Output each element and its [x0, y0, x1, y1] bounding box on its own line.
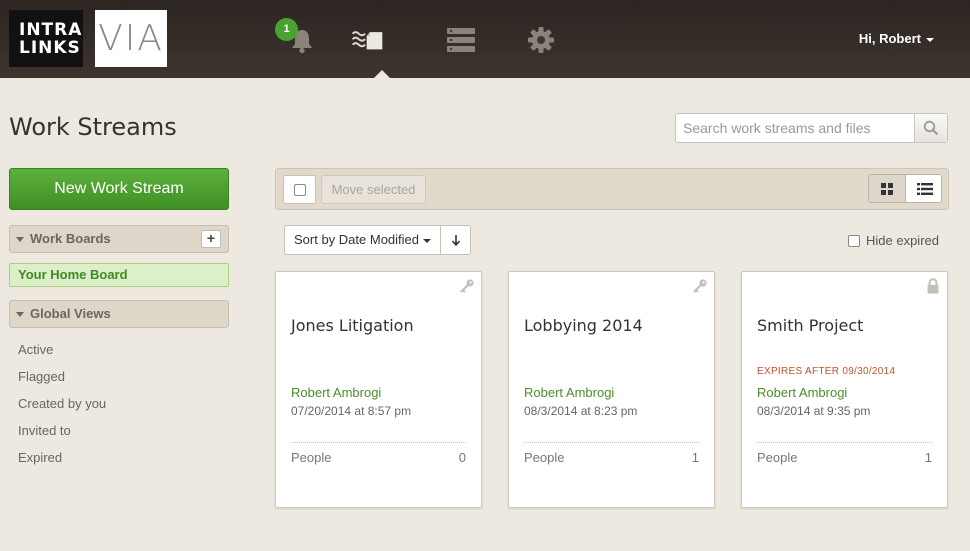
page-title: Work Streams: [9, 113, 177, 141]
card-divider: [757, 442, 932, 443]
chevron-down-icon: [423, 238, 432, 243]
sort-control: Sort by Date Modified: [284, 225, 471, 255]
lock-icon: [925, 278, 941, 294]
card-date: 08/3/2014 at 8:23 pm: [524, 404, 638, 418]
select-all-button[interactable]: [283, 175, 316, 204]
search-button[interactable]: [914, 114, 947, 142]
view-item-created-by-you[interactable]: Created by you: [18, 394, 106, 421]
via-logo[interactable]: VIA: [95, 10, 167, 67]
add-work-board-button[interactable]: +: [201, 230, 221, 248]
key-icon: [692, 278, 708, 294]
card-owner[interactable]: Robert Ambrogi: [291, 385, 381, 400]
sort-dropdown[interactable]: Sort by Date Modified: [285, 226, 441, 254]
card-divider: [524, 442, 699, 443]
search-icon: [923, 120, 939, 136]
view-item-expired[interactable]: Expired: [18, 448, 106, 475]
list-icon: [916, 182, 933, 195]
work-stream-card[interactable]: Jones Litigation Robert Ambrogi 07/20/20…: [275, 271, 482, 508]
hide-expired-toggle[interactable]: Hide expired: [848, 233, 939, 248]
collapse-triangle-icon: [16, 312, 24, 317]
grid-view-button[interactable]: [869, 175, 906, 202]
card-title: Lobbying 2014: [524, 316, 643, 335]
work-stream-card[interactable]: Smith Project EXPIRES AFTER 09/30/2014 R…: [741, 271, 948, 508]
move-selected-button[interactable]: Move selected: [321, 175, 426, 204]
intralinks-logo[interactable]: INTRA LINKS: [9, 10, 83, 67]
work-boards-label: Work Boards: [30, 231, 111, 246]
card-people-count: 1: [924, 450, 932, 465]
sort-label: Sort by Date Modified: [294, 232, 420, 247]
gear-icon[interactable]: [523, 22, 559, 58]
user-menu[interactable]: Hi, Robert: [859, 31, 934, 46]
work-boards-header[interactable]: Work Boards +: [9, 225, 229, 253]
notification-badge: 1: [275, 18, 298, 41]
view-toggle: [868, 174, 942, 203]
work-stream-card[interactable]: Lobbying 2014 Robert Ambrogi 08/3/2014 a…: [508, 271, 715, 508]
card-people-label: People: [291, 450, 332, 465]
user-greeting: Hi, Robert: [858, 31, 921, 46]
global-views-label: Global Views: [30, 306, 111, 321]
select-all-checkbox[interactable]: [294, 184, 306, 196]
card-title: Smith Project: [757, 316, 864, 335]
work-streams-toolbar: Move selected: [275, 168, 949, 210]
card-people-count: 0: [458, 450, 466, 465]
global-views-header[interactable]: Global Views: [9, 300, 229, 328]
view-item-flagged[interactable]: Flagged: [18, 367, 106, 394]
view-item-invited-to[interactable]: Invited to: [18, 421, 106, 448]
card-owner[interactable]: Robert Ambrogi: [757, 385, 847, 400]
chevron-down-icon: [926, 37, 934, 42]
new-work-stream-button[interactable]: New Work Stream: [9, 168, 229, 210]
card-expires: EXPIRES AFTER 09/30/2014: [757, 366, 896, 377]
grid-icon: [881, 182, 893, 195]
sort-direction-button[interactable]: [440, 226, 470, 254]
list-view-button[interactable]: [906, 175, 941, 202]
card-title: Jones Litigation: [291, 316, 414, 335]
hide-expired-label: Hide expired: [866, 233, 939, 248]
search-box: [675, 113, 948, 143]
top-navigation-bar: INTRA LINKS VIA 1 Hi, Robert: [0, 0, 970, 78]
card-date: 07/20/2014 at 8:57 pm: [291, 404, 412, 418]
card-people-label: People: [757, 450, 798, 465]
search-input[interactable]: [676, 114, 916, 142]
card-divider: [291, 442, 466, 443]
collapse-triangle-icon: [16, 237, 24, 242]
arrow-down-icon: [451, 235, 460, 246]
card-date: 08/3/2014 at 9:35 pm: [757, 404, 871, 418]
home-board-item[interactable]: Your Home Board: [9, 263, 229, 287]
logo-text-line1: INTRA: [19, 20, 83, 40]
server-icon[interactable]: [443, 22, 479, 58]
active-nav-caret: [374, 70, 390, 78]
key-icon: [459, 278, 475, 294]
logo-text-line2: LINKS: [19, 38, 81, 58]
hide-expired-checkbox[interactable]: [848, 235, 860, 247]
card-people-label: People: [524, 450, 565, 465]
view-item-active[interactable]: Active: [18, 340, 106, 367]
global-views-list: Active Flagged Created by you Invited to…: [18, 340, 106, 475]
card-owner[interactable]: Robert Ambrogi: [524, 385, 614, 400]
card-people-count: 1: [691, 450, 699, 465]
workstreams-icon[interactable]: [351, 22, 387, 58]
